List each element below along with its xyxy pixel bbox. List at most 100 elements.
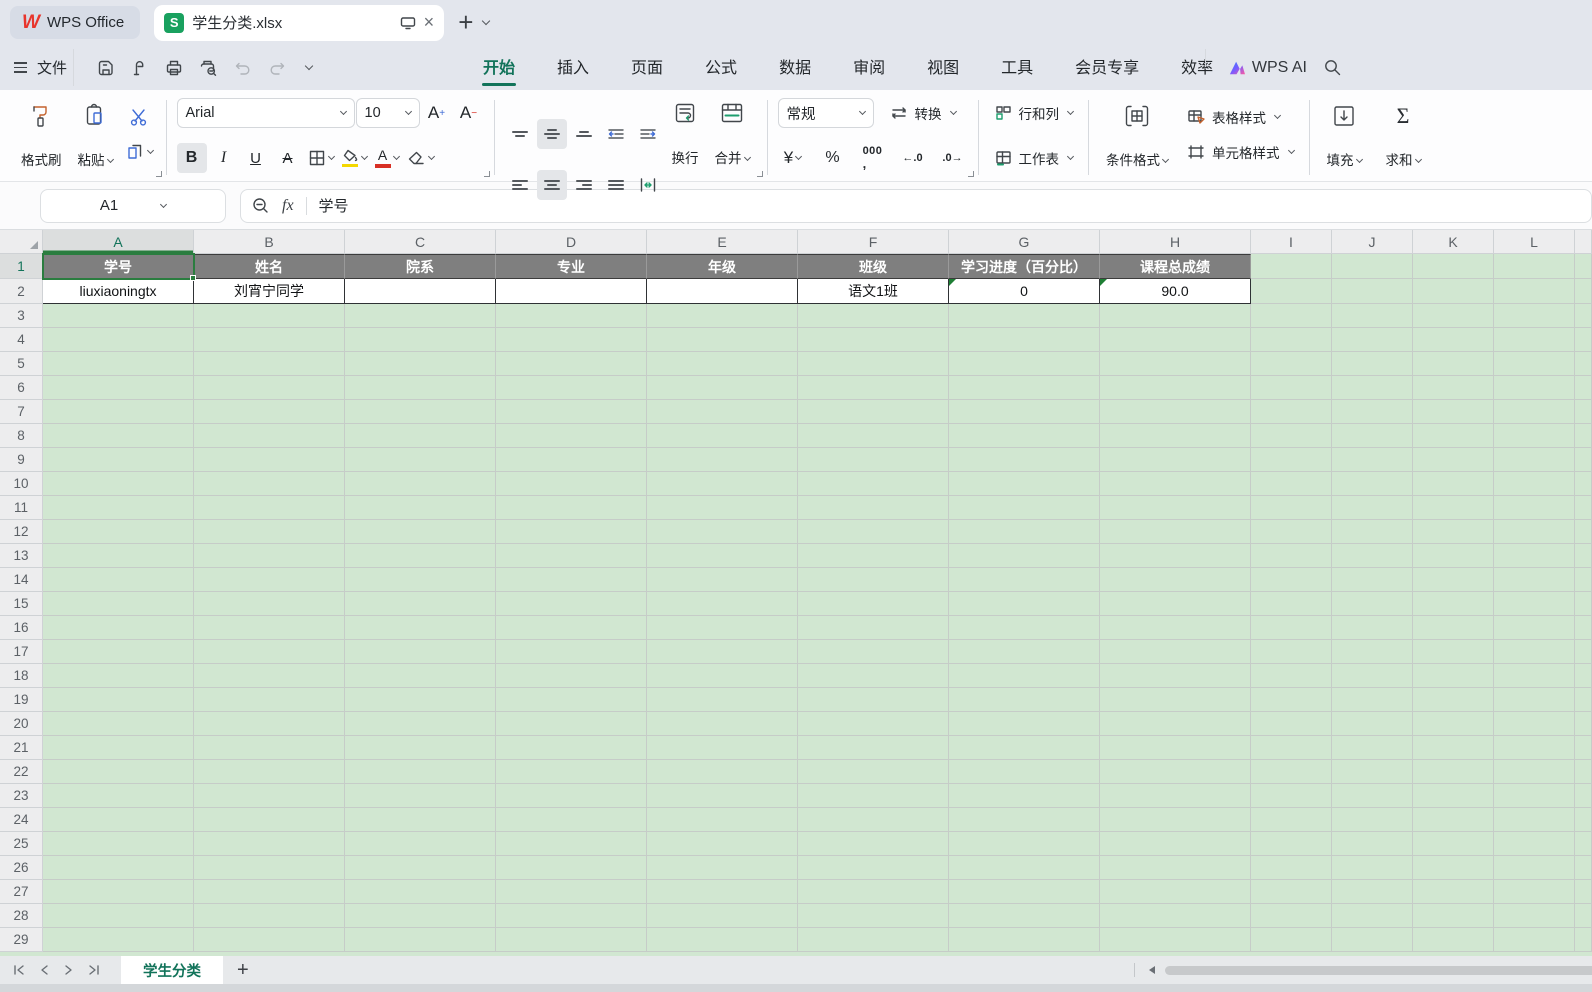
row-header-7[interactable]: 7 (0, 400, 43, 424)
cell-C25[interactable] (345, 832, 496, 856)
formula-input[interactable]: fx 学号 (240, 188, 1592, 223)
cell-H29[interactable] (1100, 928, 1251, 952)
cell-H17[interactable] (1100, 640, 1251, 664)
align-left-button[interactable] (505, 170, 535, 200)
borders-button[interactable] (305, 143, 337, 173)
save-icon[interactable] (96, 58, 116, 78)
cell-partial-27[interactable] (1575, 880, 1592, 904)
cell-E2[interactable] (647, 279, 798, 304)
cell-D8[interactable] (496, 424, 647, 448)
cell-B18[interactable] (194, 664, 345, 688)
cell-B20[interactable] (194, 712, 345, 736)
cell-H25[interactable] (1100, 832, 1251, 856)
cell-B26[interactable] (194, 856, 345, 880)
cell-I4[interactable] (1251, 328, 1332, 352)
cell-I9[interactable] (1251, 448, 1332, 472)
borders-chevron-icon[interactable] (327, 152, 335, 161)
cell-E15[interactable] (647, 592, 798, 616)
cell-H4[interactable] (1100, 328, 1251, 352)
cell-J6[interactable] (1332, 376, 1413, 400)
cell-H9[interactable] (1100, 448, 1251, 472)
cell-H2[interactable]: 90.0 (1100, 279, 1251, 304)
cell-A13[interactable] (43, 544, 194, 568)
cell-E3[interactable] (647, 304, 798, 328)
row-header-23[interactable]: 23 (0, 784, 43, 808)
cell-K17[interactable] (1413, 640, 1494, 664)
select-all-corner[interactable] (0, 230, 43, 253)
column-header-J[interactable]: J (1332, 230, 1413, 253)
cell-I24[interactable] (1251, 808, 1332, 832)
cell-K16[interactable] (1413, 616, 1494, 640)
column-header-L[interactable]: L (1494, 230, 1575, 253)
cell-I22[interactable] (1251, 760, 1332, 784)
cell-L26[interactable] (1494, 856, 1575, 880)
font-color-chevron-icon[interactable] (392, 152, 400, 161)
cell-E21[interactable] (647, 736, 798, 760)
cell-F3[interactable] (798, 304, 949, 328)
cell-partial-5[interactable] (1575, 352, 1592, 376)
cell-K20[interactable] (1413, 712, 1494, 736)
name-box[interactable]: A1 (40, 188, 226, 223)
cell-E1[interactable]: 年级 (647, 254, 798, 279)
cell-A5[interactable] (43, 352, 194, 376)
cell-D7[interactable] (496, 400, 647, 424)
column-header-H[interactable]: H (1100, 230, 1251, 253)
cell-C4[interactable] (345, 328, 496, 352)
cell-D16[interactable] (496, 616, 647, 640)
cell-E13[interactable] (647, 544, 798, 568)
cell-L22[interactable] (1494, 760, 1575, 784)
cell-partial-23[interactable] (1575, 784, 1592, 808)
cell-H26[interactable] (1100, 856, 1251, 880)
decrease-indent-button[interactable] (601, 119, 631, 149)
cell-G24[interactable] (949, 808, 1100, 832)
cell-D17[interactable] (496, 640, 647, 664)
cell-A14[interactable] (43, 568, 194, 592)
align-top-button[interactable] (505, 119, 535, 149)
cell-C6[interactable] (345, 376, 496, 400)
rows-columns-button[interactable]: 行和列 (989, 98, 1079, 128)
cell-B4[interactable] (194, 328, 345, 352)
align-center-button[interactable] (536, 170, 567, 200)
cell-A18[interactable] (43, 664, 194, 688)
cell-H1[interactable]: 课程总成绩 (1100, 254, 1251, 279)
cell-G13[interactable] (949, 544, 1100, 568)
cell-C26[interactable] (345, 856, 496, 880)
cell-B27[interactable] (194, 880, 345, 904)
cell-C21[interactable] (345, 736, 496, 760)
cell-J19[interactable] (1332, 688, 1413, 712)
cell-L7[interactable] (1494, 400, 1575, 424)
cell-B24[interactable] (194, 808, 345, 832)
cell-K9[interactable] (1413, 448, 1494, 472)
cell-G26[interactable] (949, 856, 1100, 880)
cell-B2[interactable]: 刘宵宁同学 (194, 279, 345, 304)
cut-button[interactable] (122, 102, 156, 132)
cell-D13[interactable] (496, 544, 647, 568)
cell-D15[interactable] (496, 592, 647, 616)
cell-A1[interactable]: 学号 (43, 254, 194, 279)
cell-C7[interactable] (345, 400, 496, 424)
cell-K13[interactable] (1413, 544, 1494, 568)
cell-partial-20[interactable] (1575, 712, 1592, 736)
cell-E4[interactable] (647, 328, 798, 352)
cell-E7[interactable] (647, 400, 798, 424)
clear-format-button[interactable] (404, 143, 437, 173)
worksheet-button[interactable]: 工作表 (989, 143, 1079, 173)
paste-button[interactable]: 粘贴 (71, 98, 120, 172)
cell-B3[interactable] (194, 304, 345, 328)
cell-L28[interactable] (1494, 904, 1575, 928)
wps-home-button[interactable]: W WPS Office (10, 6, 141, 39)
cell-H5[interactable] (1100, 352, 1251, 376)
cell-G10[interactable] (949, 472, 1100, 496)
cell-K19[interactable] (1413, 688, 1494, 712)
cell-partial-13[interactable] (1575, 544, 1592, 568)
row-header-10[interactable]: 10 (0, 472, 43, 496)
cell-I25[interactable] (1251, 832, 1332, 856)
cell-E9[interactable] (647, 448, 798, 472)
cell-A3[interactable] (43, 304, 194, 328)
align-right-button[interactable] (569, 170, 599, 200)
cell-partial-28[interactable] (1575, 904, 1592, 928)
row-header-25[interactable]: 25 (0, 832, 43, 856)
cell-K12[interactable] (1413, 520, 1494, 544)
cell-H15[interactable] (1100, 592, 1251, 616)
cell-K8[interactable] (1413, 424, 1494, 448)
